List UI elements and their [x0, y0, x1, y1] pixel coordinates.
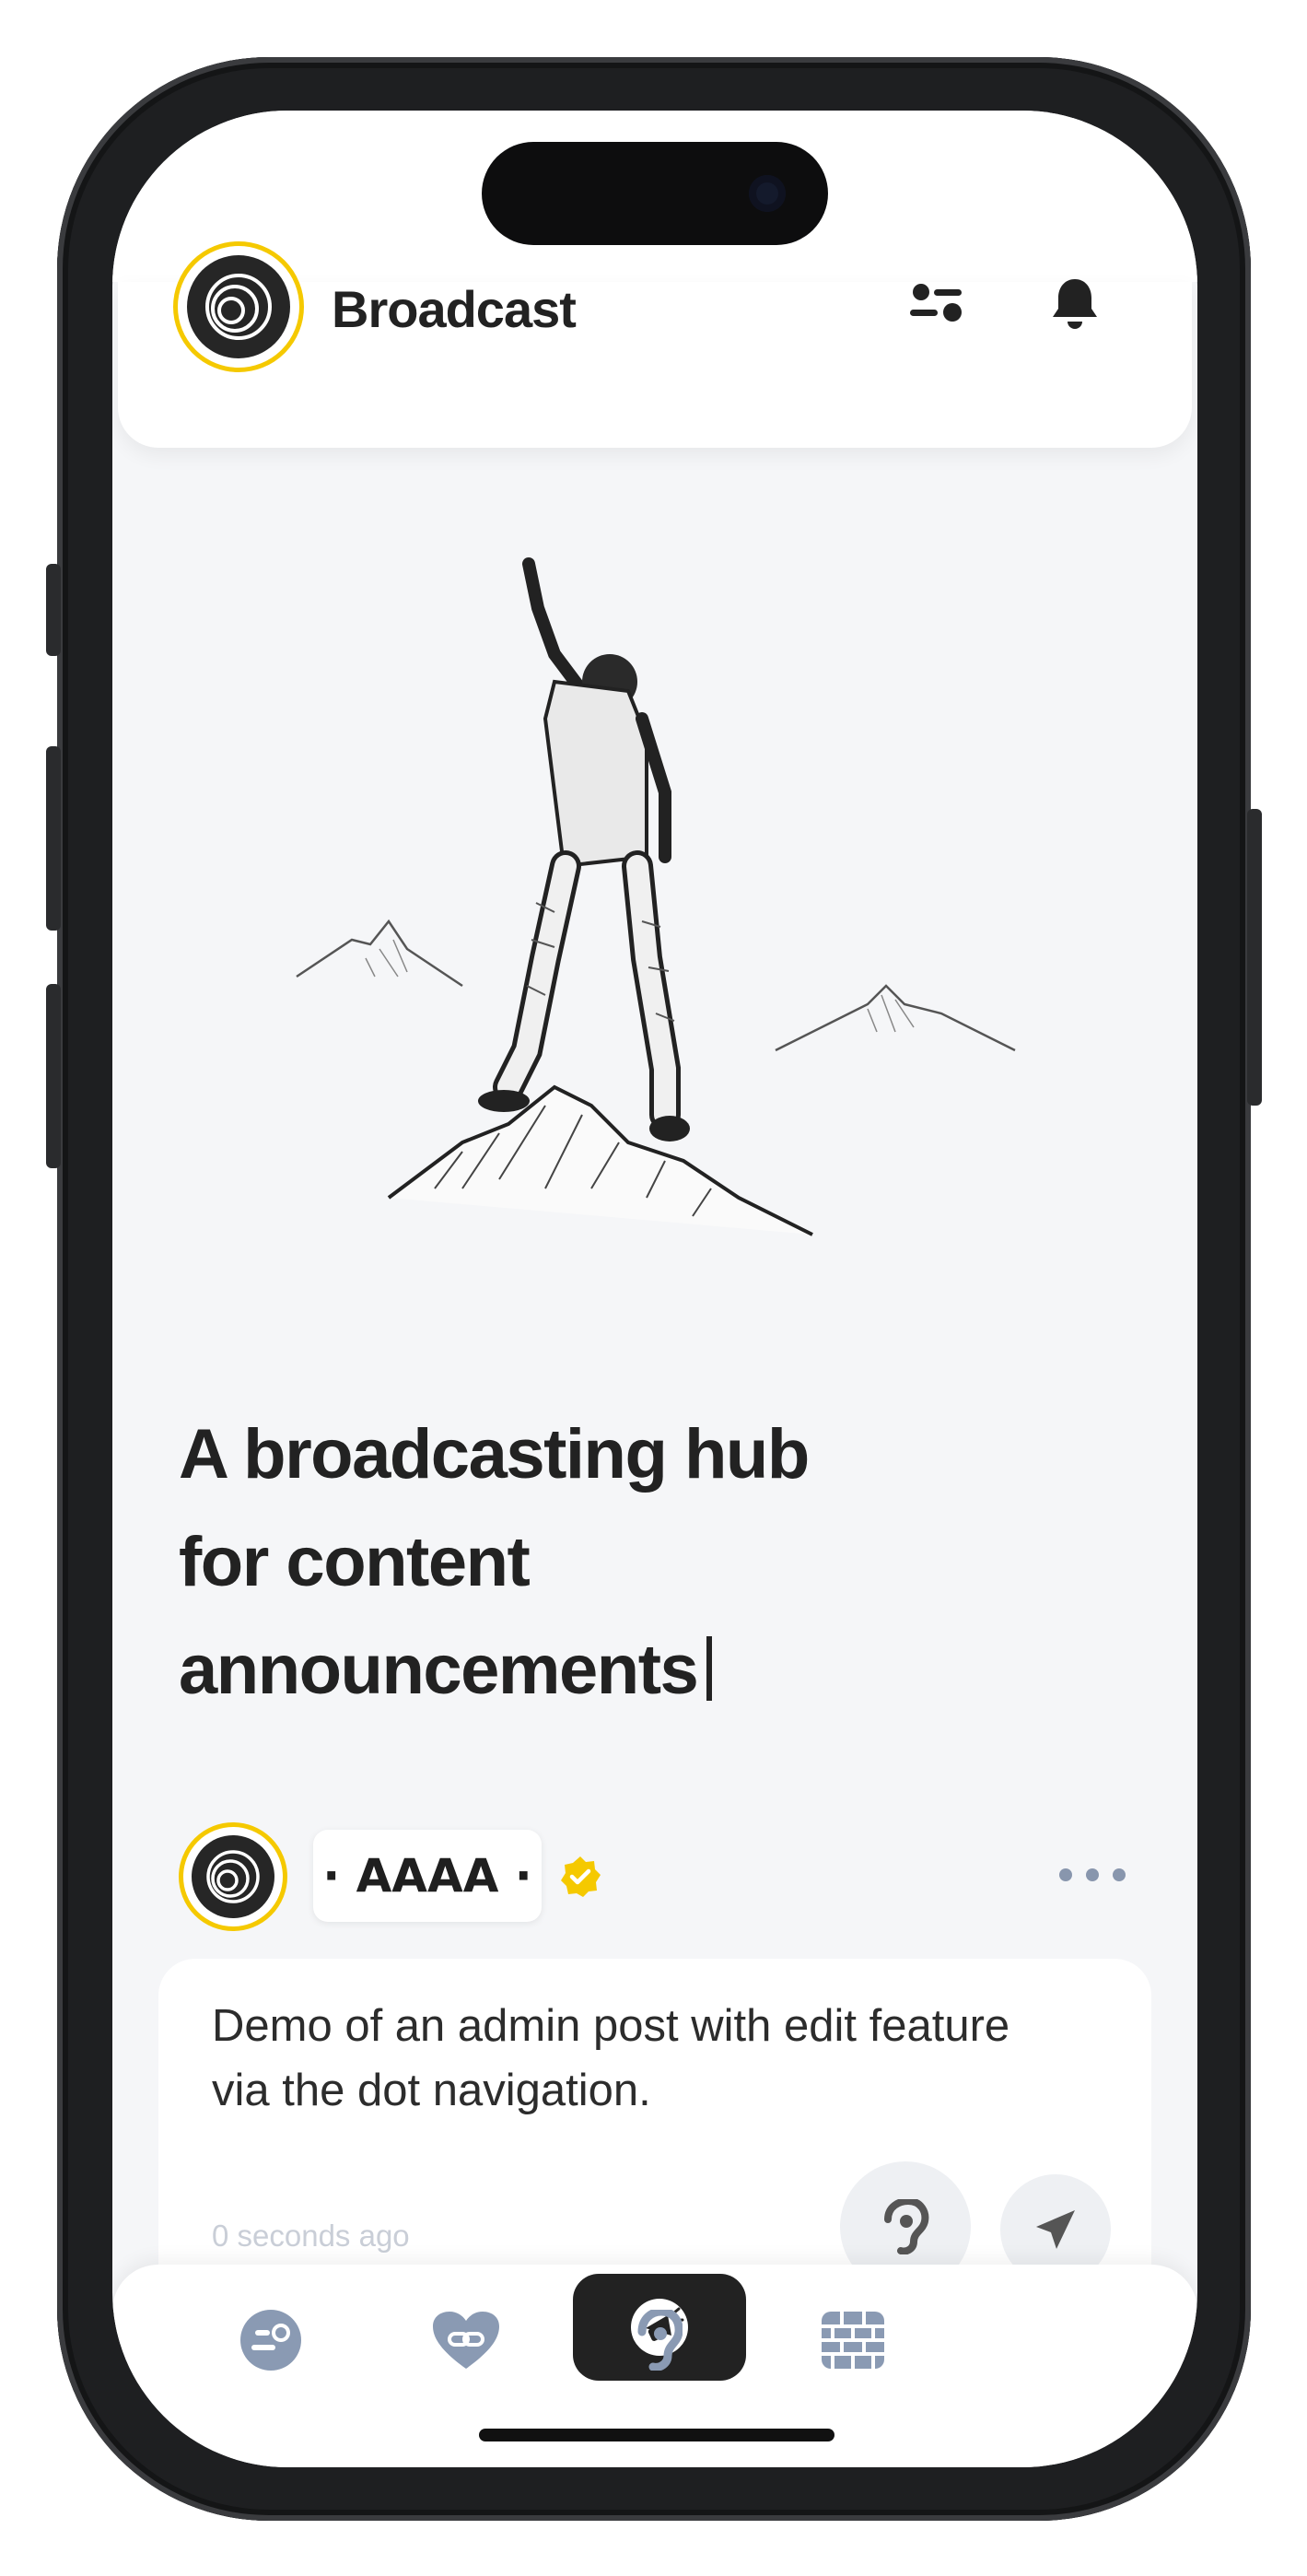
nav-profile[interactable] [216, 2285, 326, 2395]
avatar-logo-icon [192, 1835, 274, 1918]
ear-icon [884, 2199, 929, 2254]
verified-badge-icon [561, 1856, 601, 1897]
ear-icon [637, 2310, 683, 2371]
nav-listen[interactable] [604, 2285, 715, 2395]
notifications-button[interactable] [1043, 272, 1107, 336]
nav-wall[interactable] [798, 2285, 908, 2395]
app-logo[interactable] [173, 241, 304, 372]
screen: Broadcast A broadcasting hub for content… [112, 111, 1197, 2467]
paper-plane-icon [1036, 2210, 1075, 2249]
power-button [1247, 809, 1262, 1106]
text-caret [706, 1636, 713, 1701]
ellipsis-dot [1086, 1868, 1099, 1881]
profile-toggle-icon [240, 2310, 301, 2371]
author-avatar[interactable] [179, 1822, 287, 1931]
author-name[interactable]: · AAAA · [313, 1830, 542, 1922]
nav-favorites[interactable] [411, 2285, 521, 2395]
sliders-icon [910, 284, 962, 322]
headline-line-1: A broadcasting hub [179, 1415, 810, 1493]
heart-link-icon [433, 2312, 499, 2369]
dynamic-island [482, 142, 828, 245]
headline-line-3-text: announcements [179, 1631, 699, 1709]
volume-up-button [46, 746, 61, 931]
app-title: Broadcast [332, 280, 577, 338]
camera-icon [749, 175, 786, 212]
post-body: Demo of an admin post with edit feature … [212, 2001, 1010, 2115]
logo-mark-icon [187, 255, 290, 358]
brick-wall-icon [822, 2312, 884, 2369]
action-button [46, 564, 61, 656]
hero-illustration [296, 557, 1016, 1236]
post-more-button[interactable] [1059, 1852, 1126, 1898]
headline-line-2: for content [179, 1523, 531, 1601]
filter-button[interactable] [904, 272, 969, 336]
headline-line-3: announcements [179, 1616, 1100, 1724]
home-indicator[interactable] [479, 2429, 834, 2441]
volume-down-button [46, 984, 61, 1168]
ellipsis-dot [1113, 1868, 1126, 1881]
hero-headline: A broadcasting hub for content announcem… [179, 1400, 1100, 1724]
post-timestamp: 0 seconds ago [212, 2219, 410, 2253]
ellipsis-icon [1059, 1868, 1072, 1881]
bell-icon [1053, 279, 1097, 329]
